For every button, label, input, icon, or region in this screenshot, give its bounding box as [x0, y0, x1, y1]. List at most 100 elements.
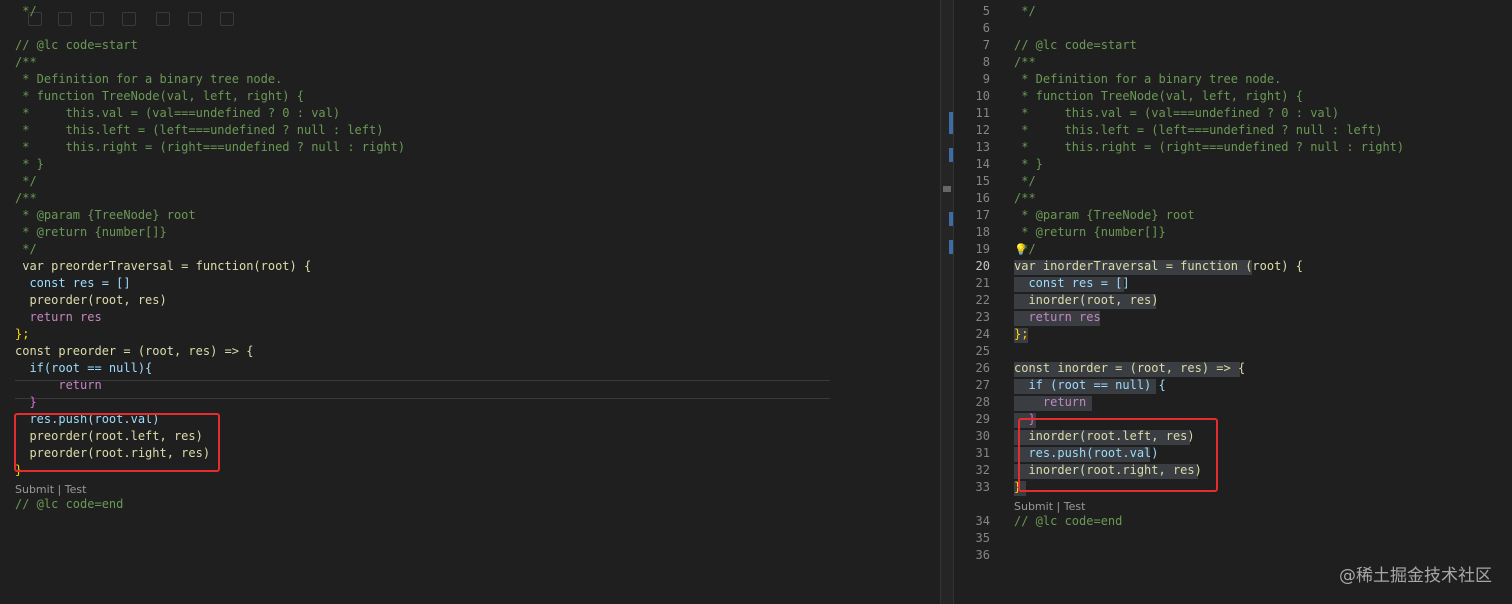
line-number: 17	[975, 208, 990, 222]
code-line[interactable]: 15 */	[954, 173, 1512, 190]
code-text: };	[15, 327, 30, 341]
code-line[interactable]: 21 const res = []	[954, 275, 1512, 292]
code-line[interactable]: 35	[954, 530, 1512, 547]
code-text: */	[15, 174, 37, 188]
code-line[interactable]: */	[0, 173, 940, 190]
codelens-submit-test[interactable]: Submit | Test	[1014, 500, 1085, 513]
code-line[interactable]: * this.right = (right===undefined ? null…	[0, 139, 940, 156]
code-line[interactable]: 9 * Definition for a binary tree node.	[954, 71, 1512, 88]
code-line[interactable]: * function TreeNode(val, left, right) {	[0, 88, 940, 105]
code-line[interactable]: };	[0, 326, 940, 343]
code-line[interactable]: 25	[954, 343, 1512, 360]
code-line[interactable]: /**	[0, 54, 940, 71]
code-line[interactable]: * Definition for a binary tree node.	[0, 71, 940, 88]
code-line[interactable]: 22 inorder(root, res)	[954, 292, 1512, 309]
code-line[interactable]: const res = []	[0, 275, 940, 292]
code-line[interactable]: 7 // @lc code=start	[954, 37, 1512, 54]
code-line[interactable]: }	[0, 394, 940, 411]
code-text: var preorderTraversal = function(root) {	[15, 259, 312, 273]
code-line[interactable]: }	[0, 462, 940, 479]
line-number: 35	[975, 531, 990, 545]
code-line[interactable]: 32 inorder(root.right, res)	[954, 462, 1512, 479]
code-text: inorder(root, res)	[1014, 293, 1159, 307]
code-line[interactable]: preorder(root, res)	[0, 292, 940, 309]
code-text: /**	[15, 55, 37, 69]
code-text: const res = []	[15, 276, 131, 290]
code-line[interactable]: preorder(root.left, res)	[0, 428, 940, 445]
code-line[interactable]: 24};	[954, 326, 1512, 343]
code-line[interactable]: return	[0, 377, 940, 394]
scrollbar-thumb[interactable]	[943, 186, 951, 192]
code-line[interactable]: */	[0, 3, 940, 20]
line-number: 13	[975, 140, 990, 154]
line-number: 36	[975, 548, 990, 562]
code-text: preorder(root.right, res)	[15, 446, 211, 460]
code-text: // @lc code=start	[1014, 38, 1137, 52]
code-text: // @lc code=end	[1014, 514, 1123, 528]
code-line[interactable]: * @return {number[]}	[0, 224, 940, 241]
code-line[interactable]: 14 * }	[954, 156, 1512, 173]
split-divider[interactable]	[940, 0, 954, 604]
code-line[interactable]: res.push(root.val)	[0, 411, 940, 428]
code-line[interactable]: if(root == null){	[0, 360, 940, 377]
code-text: var inorderTraversal = function (root) {	[1014, 259, 1303, 273]
code-line[interactable]: /**	[0, 190, 940, 207]
code-text: * }	[1014, 157, 1043, 171]
code-line[interactable]: 20 var inorderTraversal = function (root)…	[954, 258, 1512, 275]
code-line[interactable]: 28 return	[954, 394, 1512, 411]
code-line[interactable]: 5 */	[954, 3, 1512, 20]
code-line[interactable]: * @param {TreeNode} root	[0, 207, 940, 224]
code-text: * this.left = (left===undefined ? null :…	[15, 123, 384, 137]
code-text: * }	[15, 157, 44, 171]
code-text: * @param {TreeNode} root	[1014, 208, 1195, 222]
code-text: if(root == null){	[15, 361, 153, 375]
code-line[interactable]: 11 * this.val = (val===undefined ? 0 : v…	[954, 105, 1512, 122]
code-text: }	[1014, 480, 1022, 494]
code-line[interactable]: 18 * @return {number[]}	[954, 224, 1512, 241]
code-line[interactable]: // @lc code=end	[0, 496, 940, 513]
code-line[interactable]: const preorder = (root, res) => {	[0, 343, 940, 360]
code-line[interactable]: 10 * function TreeNode(val, left, right)…	[954, 88, 1512, 105]
code-line[interactable]: 29 }	[954, 411, 1512, 428]
watermark: @稀土掘金技术社区	[1339, 566, 1492, 586]
code-line[interactable]: 19 💡 */	[954, 241, 1512, 258]
code-line[interactable]: 16 /**	[954, 190, 1512, 207]
code-line[interactable]: 27 if (root == null) {	[954, 377, 1512, 394]
code-line[interactable]: 30 inorder(root.left, res)	[954, 428, 1512, 445]
code-text: res.push(root.val)	[15, 412, 160, 426]
code-line[interactable]: // @lc code=start	[0, 37, 940, 54]
code-line[interactable]: var preorderTraversal = function(root) {	[0, 258, 940, 275]
code-line[interactable]: 33}	[954, 479, 1512, 496]
line-number: 20	[975, 259, 990, 273]
line-number: 32	[975, 463, 990, 477]
code-text: * function TreeNode(val, left, right) {	[15, 89, 304, 103]
line-number: 6	[982, 21, 990, 35]
line-number: 34	[975, 514, 990, 528]
line-number: 7	[982, 38, 990, 52]
code-line[interactable]: 34 // @lc code=end	[954, 513, 1512, 530]
right-editor-pane[interactable]: 5 */ 6 7 // @lc code=start 8 /** 9 * Defin…	[954, 0, 1512, 604]
code-line[interactable]: 8 /**	[954, 54, 1512, 71]
code-text: * Definition for a binary tree node.	[15, 72, 283, 86]
code-text: * this.right = (right===undefined ? null…	[1014, 140, 1405, 154]
code-line[interactable]: 23 return res	[954, 309, 1512, 326]
code-line[interactable]: return res	[0, 309, 940, 326]
line-number: 11	[975, 106, 990, 120]
line-number: 9	[982, 72, 990, 86]
code-line[interactable]: 26 const inorder = (root, res) => {	[954, 360, 1512, 377]
code-line[interactable]: * }	[0, 156, 940, 173]
codelens-submit-test[interactable]: Submit | Test	[15, 483, 86, 496]
code-line[interactable]: 13 * this.right = (right===undefined ? n…	[954, 139, 1512, 156]
code-line[interactable]: 17 * @param {TreeNode} root	[954, 207, 1512, 224]
code-line[interactable]: 6	[954, 20, 1512, 37]
code-line[interactable]: * this.val = (val===undefined ? 0 : val)	[0, 105, 940, 122]
line-number: 23	[975, 310, 990, 324]
left-editor-pane[interactable]: */ // @lc code=start /** * Definition fo…	[0, 0, 940, 604]
code-line[interactable]: preorder(root.right, res)	[0, 445, 940, 462]
scroll-marker	[949, 240, 953, 254]
code-line[interactable]: 12 * this.left = (left===undefined ? nul…	[954, 122, 1512, 139]
code-text: return	[15, 378, 102, 392]
code-line[interactable]: */	[0, 241, 940, 258]
code-line[interactable]: 31 res.push(root.val)	[954, 445, 1512, 462]
code-line[interactable]: * this.left = (left===undefined ? null :…	[0, 122, 940, 139]
